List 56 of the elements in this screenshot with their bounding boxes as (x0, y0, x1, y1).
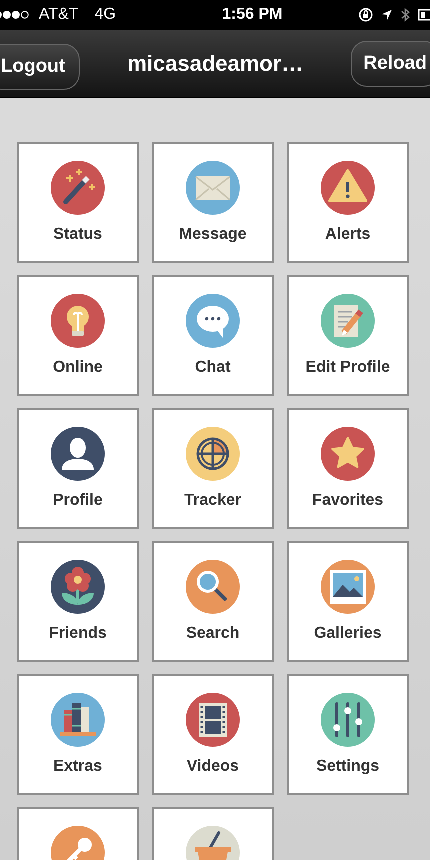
key-icon (51, 826, 105, 860)
search-icon (186, 560, 240, 614)
tile-label: Videos (186, 758, 240, 776)
light-bulb-icon (51, 294, 105, 348)
tile-label: Tracker (184, 492, 242, 510)
menu-tile[interactable]: Videos (152, 674, 274, 795)
sliders-icon (321, 693, 375, 747)
tile-label: Edit Profile (306, 359, 390, 377)
menu-tile[interactable]: Edit Profile (287, 275, 409, 396)
clock: 1:56 PM (222, 6, 283, 24)
menu-tile[interactable]: Search (152, 541, 274, 662)
menu-tile[interactable]: Settings (287, 674, 409, 795)
tile-label: Extras (54, 758, 102, 776)
notepad-pencil-icon (321, 294, 375, 348)
tile-label: Search (186, 625, 240, 643)
tile-label: Favorites (312, 492, 384, 510)
person-icon (51, 427, 105, 481)
network-type: 4G (94, 6, 116, 24)
tile-label: Chat (195, 359, 231, 377)
film-strip-icon (186, 693, 240, 747)
flower-icon (51, 560, 105, 614)
tile-label: Alerts (325, 226, 371, 244)
location-icon (380, 9, 393, 21)
basket-icon (186, 826, 240, 860)
tile-label: Friends (49, 625, 107, 643)
menu-tile[interactable]: Profile (17, 408, 139, 529)
menu-tile[interactable]: Tracker (152, 408, 274, 529)
menu-tile[interactable]: Online (17, 275, 139, 396)
magic-wand-icon (51, 161, 105, 215)
menu-tile[interactable]: Chat (152, 275, 274, 396)
framed-picture-icon (321, 560, 375, 614)
envelope-icon (186, 161, 240, 215)
menu-tile[interactable]: Status (17, 142, 139, 263)
tile-label: Settings (316, 758, 380, 776)
menu-tile[interactable]: Galleries (287, 541, 409, 662)
tile-label: Galleries (314, 625, 382, 643)
books-icon (51, 693, 105, 747)
menu-tile[interactable]: Alerts (287, 142, 409, 263)
crosshair-icon (186, 427, 240, 481)
tile-label: Status (54, 226, 102, 244)
tile-label: Message (179, 226, 247, 244)
menu-tile[interactable]: Message (152, 142, 274, 263)
menu-tile[interactable]: Favorites (287, 408, 409, 529)
menu-tile[interactable]: Friends (17, 541, 139, 662)
reload-button[interactable]: Reload (350, 40, 430, 86)
page-title: micasadeamor… (127, 50, 304, 76)
bluetooth-icon (400, 7, 410, 23)
warning-icon (321, 161, 375, 215)
rotation-lock-icon (358, 8, 373, 22)
battery-icon (418, 9, 430, 21)
tile-label: Profile (53, 492, 103, 510)
menu-tile[interactable]: Extras (17, 674, 139, 795)
speech-bubble-icon (186, 294, 240, 348)
tile-label: Online (53, 359, 103, 377)
logout-button[interactable]: Logout (0, 44, 80, 90)
carrier-name: AT&T (39, 6, 79, 24)
